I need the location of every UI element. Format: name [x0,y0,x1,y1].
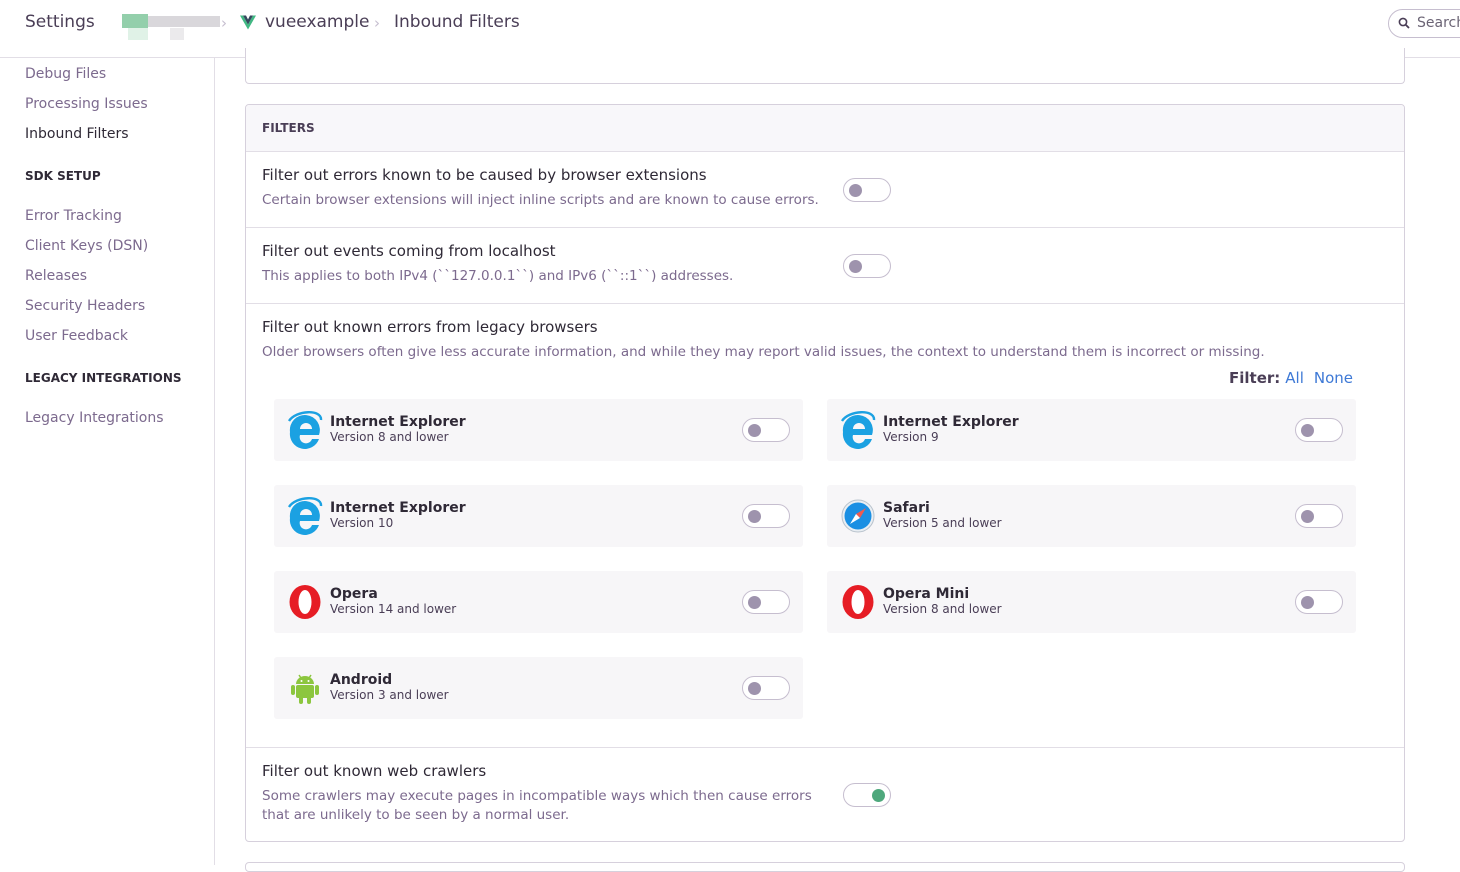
sidebar-item-processing-issues[interactable]: Processing Issues [25,96,148,112]
search-input[interactable]: Search [1388,9,1460,38]
browser-name: Opera [330,586,378,602]
safari-icon [841,499,875,533]
sidebar-item-debug-files[interactable]: Debug Files [25,66,106,82]
web-crawlers-toggle[interactable] [843,783,891,807]
sidebar-item-inbound-filters[interactable]: Inbound Filters [25,126,129,142]
breadcrumb-separator-icon: › [221,14,227,32]
opera-mini-toggle[interactable] [1295,590,1343,614]
filter-row-web-crawlers: Filter out known web crawlers Some crawl… [246,748,1404,841]
filter-description: Some crawlers may execute pages in incom… [262,788,812,823]
sidebar-item-releases[interactable]: Releases [25,268,87,284]
sidebar-item-user-feedback[interactable]: User Feedback [25,328,128,344]
ie-icon [287,411,323,449]
settings-sidebar: Debug Files Processing Issues Inbound Fi… [0,58,215,865]
breadcrumb-project[interactable]: vueexample [265,12,369,32]
panel-header: FILTERS [246,105,1404,152]
opera-icon [289,585,321,619]
filter-title: Filter out known web crawlers [262,762,487,780]
browser-name: Internet Explorer [330,500,466,516]
breadcrumb-separator-icon: › [374,14,380,32]
filter-description: Older browsers often give less accurate … [262,344,1265,360]
opera-icon [842,585,874,619]
filter-title: Filter out known errors from legacy brow… [262,318,598,336]
browser-card-ie8: Internet Explorer Version 8 and lower [274,399,803,461]
browser-version: Version 10 [330,516,394,530]
select-all-link[interactable]: All [1285,369,1304,387]
sidebar-item-security-headers[interactable]: Security Headers [25,298,145,314]
browser-card-opera: Opera Version 14 and lower [274,571,803,633]
browser-card-ie9: Internet Explorer Version 9 [827,399,1356,461]
android-icon [291,674,319,704]
filter-description: This applies to both IPv4 (``127.0.0.1``… [262,268,734,284]
android-toggle[interactable] [742,676,790,700]
search-icon [1398,17,1410,29]
next-panel-top [245,862,1405,872]
browser-name: Internet Explorer [330,414,466,430]
sidebar-heading-sdk-setup: SDK SETUP [25,169,101,183]
sidebar-heading-legacy-integrations: LEGACY INTEGRATIONS [25,371,182,385]
ie8-toggle[interactable] [742,418,790,442]
filters-panel: FILTERS Filter out errors known to be ca… [245,104,1405,842]
browser-version: Version 3 and lower [330,688,449,702]
safari-toggle[interactable] [1295,504,1343,528]
panel-title: FILTERS [262,121,315,135]
opera-toggle[interactable] [742,590,790,614]
browser-card-safari: Safari Version 5 and lower [827,485,1356,547]
legacy-filter-bar: Filter: All None [1229,369,1353,387]
filter-description: Certain browser extensions will inject i… [262,192,819,208]
ie10-toggle[interactable] [742,504,790,528]
vue-logo-icon [240,15,256,30]
search-placeholder: Search [1417,15,1460,31]
browser-version: Version 9 [883,430,939,444]
sidebar-item-legacy-integrations[interactable]: Legacy Integrations [25,410,164,426]
previous-panel-bottom [245,48,1405,84]
browser-name: Internet Explorer [883,414,1019,430]
breadcrumb-org-redacted[interactable] [122,14,222,40]
filter-row-browser-extensions: Filter out errors known to be caused by … [246,152,1404,228]
breadcrumb-current-page: Inbound Filters [394,12,520,32]
browser-version: Version 14 and lower [330,602,457,616]
sidebar-item-error-tracking[interactable]: Error Tracking [25,208,122,224]
sidebar-item-client-keys[interactable]: Client Keys (DSN) [25,238,148,254]
select-none-link[interactable]: None [1314,369,1353,387]
browser-version: Version 5 and lower [883,516,1002,530]
filter-title: Filter out events coming from localhost [262,242,556,260]
browser-card-ie10: Internet Explorer Version 10 [274,485,803,547]
browser-name: Android [330,672,393,688]
browser-version: Version 8 and lower [883,602,1002,616]
browser-name: Opera Mini [883,586,970,602]
browser-version: Version 8 and lower [330,430,449,444]
filter-row-localhost: Filter out events coming from localhost … [246,228,1404,304]
localhost-toggle[interactable] [843,254,891,278]
browser-card-opera-mini: Opera Mini Version 8 and lower [827,571,1356,633]
ie-icon [287,497,323,535]
ie9-toggle[interactable] [1295,418,1343,442]
ie-icon [840,411,876,449]
browser-card-android: Android Version 3 and lower [274,657,803,719]
filter-title: Filter out errors known to be caused by … [262,166,707,184]
browser-extensions-toggle[interactable] [843,178,891,202]
browser-name: Safari [883,500,930,516]
breadcrumb-settings[interactable]: Settings [25,12,95,32]
filter-label: Filter: [1229,369,1281,387]
